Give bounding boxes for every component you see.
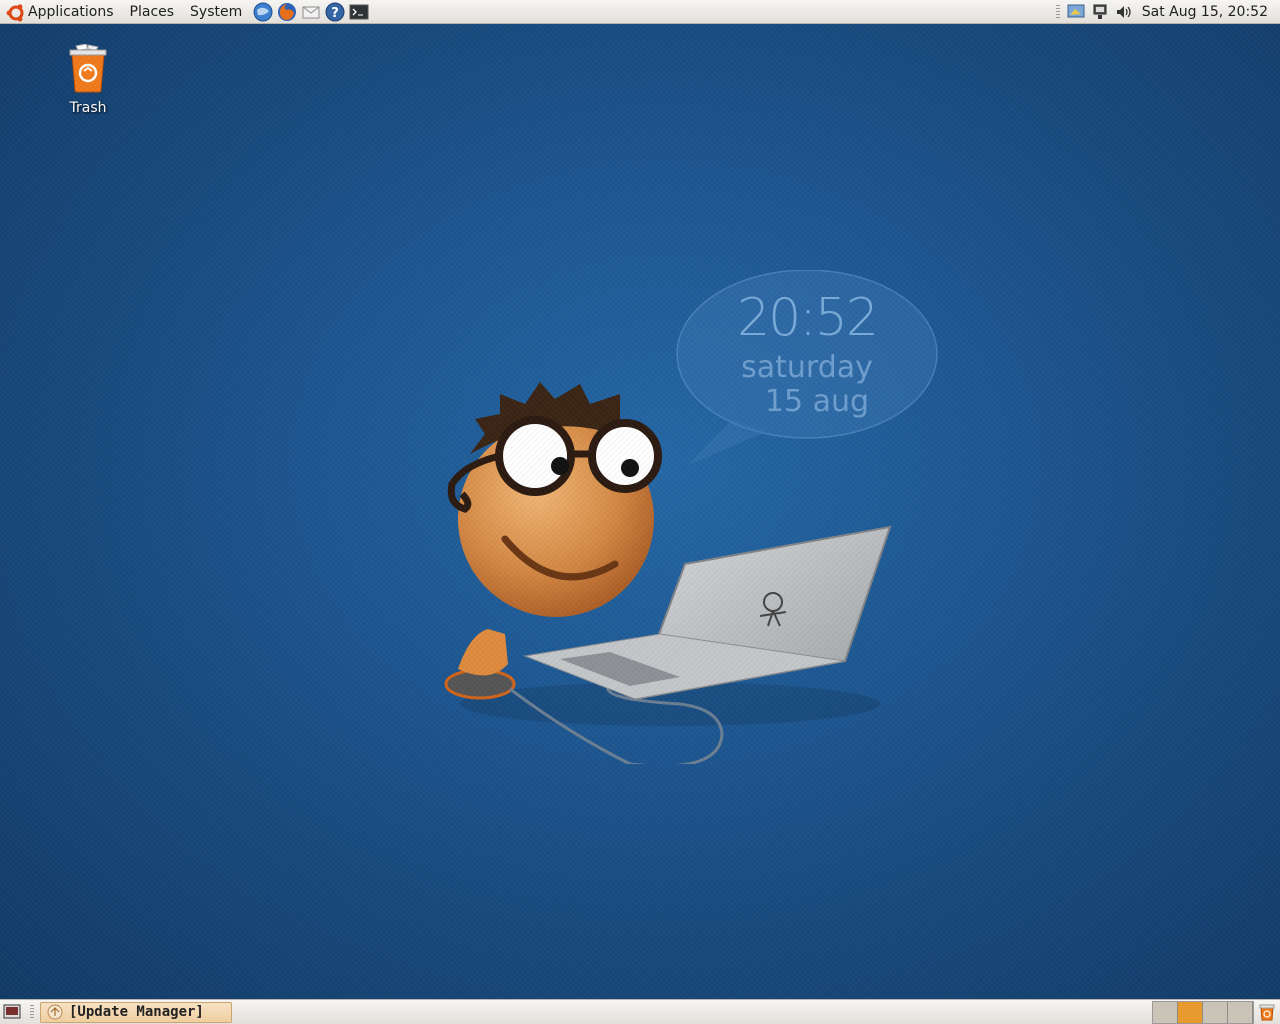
trash-desktop-icon[interactable]: Trash xyxy=(56,43,120,116)
taskbar-update-manager[interactable]: [Update Manager] xyxy=(40,1001,232,1023)
trash-applet[interactable] xyxy=(1256,1001,1278,1023)
menu-places[interactable]: Places xyxy=(122,0,183,24)
trash-label: Trash xyxy=(69,100,107,116)
update-manager-icon xyxy=(47,1004,63,1020)
task-label: [Update Manager] xyxy=(69,1004,204,1020)
workspace-4[interactable] xyxy=(1228,1001,1253,1023)
panel-drag-handle[interactable] xyxy=(1055,4,1060,19)
terminal-icon[interactable] xyxy=(348,1,370,23)
svg-text:?: ? xyxy=(331,6,339,21)
web-browser-icon[interactable] xyxy=(252,1,274,23)
menu-applications[interactable]: Applications xyxy=(24,0,122,24)
workspace-switcher[interactable] xyxy=(1152,1000,1254,1024)
volume-icon[interactable] xyxy=(1114,2,1134,22)
bubble-day: saturday xyxy=(741,350,873,385)
workspace-3[interactable] xyxy=(1203,1001,1228,1023)
display-icon[interactable] xyxy=(1066,2,1086,22)
menu-system[interactable]: System xyxy=(182,0,250,24)
bottom-panel-handle[interactable] xyxy=(30,1005,34,1019)
panel-clock[interactable]: Sat Aug 15, 20:52 xyxy=(1136,4,1280,20)
desktop: Trash 20:52 saturday 15 aug xyxy=(0,24,1280,999)
clock-speech-bubble: 20:52 saturday 15 aug xyxy=(676,270,938,465)
firefox-icon[interactable] xyxy=(276,1,298,23)
workspace-2[interactable] xyxy=(1178,1001,1203,1023)
help-icon[interactable]: ? xyxy=(324,1,346,23)
ubuntu-logo-icon[interactable] xyxy=(6,3,24,22)
workspace-1[interactable] xyxy=(1153,1001,1178,1023)
bottom-panel: [Update Manager] xyxy=(0,999,1280,1024)
network-icon[interactable] xyxy=(1090,2,1110,22)
bubble-date: 15 aug xyxy=(764,384,870,419)
trash-applet-icon xyxy=(1259,1004,1275,1021)
trash-icon xyxy=(69,43,107,93)
top-panel-right: Sat Aug 15, 20:52 xyxy=(1052,0,1280,24)
show-desktop-button[interactable] xyxy=(2,1002,22,1022)
top-panel: Applications Places System ? Sat Aug 15,… xyxy=(0,0,1280,24)
bubble-time: 20:52 xyxy=(737,288,879,348)
show-desktop-icon xyxy=(3,1004,21,1019)
mail-icon[interactable] xyxy=(300,1,322,23)
